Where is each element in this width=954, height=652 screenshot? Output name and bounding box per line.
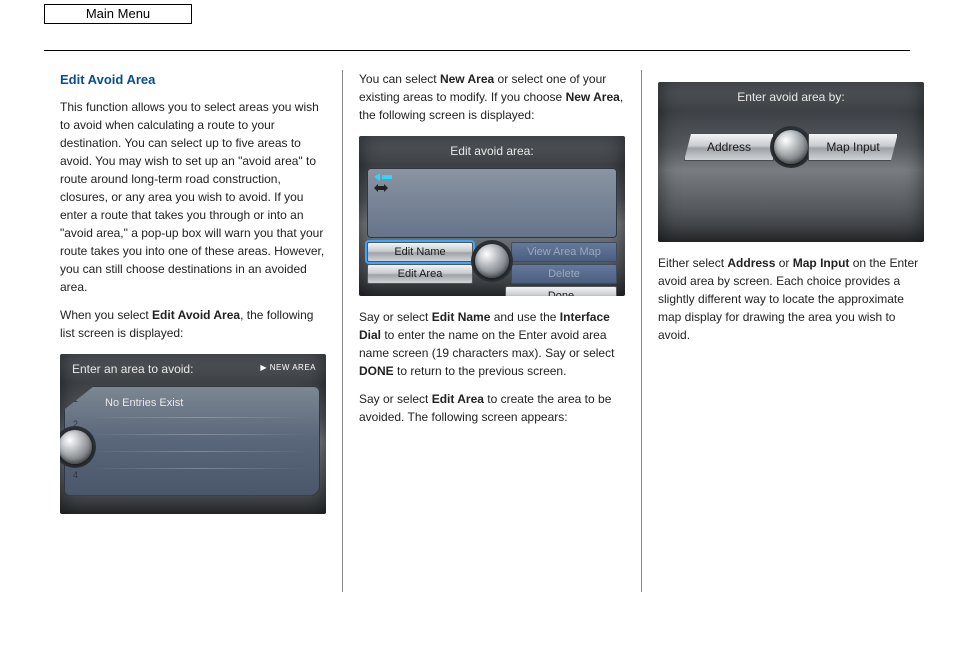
- content-columns: Edit Avoid Area This function allows you…: [44, 70, 910, 592]
- screenshot-enter-avoid-area-by: Enter avoid area by: Address Map Input: [658, 82, 924, 242]
- screenshot-edit-avoid-area: Edit avoid area: Edit Name Edit Area Vie…: [359, 136, 625, 296]
- col1-para1: This function allows you to select areas…: [60, 98, 326, 296]
- address-button[interactable]: Address: [684, 133, 774, 161]
- delete-button[interactable]: Delete: [511, 264, 617, 284]
- divider: [44, 50, 910, 51]
- col3-para1: Either select Address or Map Input on th…: [658, 254, 924, 344]
- edit-area-button[interactable]: Edit Area: [367, 264, 473, 284]
- view-area-map-button[interactable]: View Area Map: [511, 242, 617, 262]
- col2-para1: You can select New Area or select one of…: [359, 70, 625, 124]
- column-2: You can select New Area or select one of…: [342, 70, 641, 592]
- nav2-panel-icons: [374, 173, 610, 192]
- col1-para2: When you select Edit Avoid Area, the fol…: [60, 306, 326, 342]
- nav2-knob: [475, 244, 509, 278]
- nav3-body: Address Map Input: [658, 110, 924, 190]
- nav1-list-panel: 1 2 3 4 5 No Entries Exist: [64, 386, 320, 496]
- main-menu-button[interactable]: Main Menu: [44, 4, 192, 24]
- column-3: Enter avoid area by: Address Map Input E…: [641, 70, 940, 592]
- nav2-title: Edit avoid area:: [359, 136, 625, 164]
- nav3-knob: [774, 130, 808, 164]
- nav1-new-area-hint: ▶ NEW AREA: [260, 362, 316, 374]
- screenshot-enter-area-to-avoid: Enter an area to avoid: ▶ NEW AREA 1 2 3…: [60, 354, 326, 514]
- col2-para3: Say or select Edit Area to create the ar…: [359, 390, 625, 426]
- nav2-preview-panel: [367, 168, 617, 238]
- col2-para2: Say or select Edit Name and use the Inte…: [359, 308, 625, 380]
- done-button[interactable]: Done: [505, 286, 617, 296]
- nav3-title: Enter avoid area by:: [658, 82, 924, 110]
- nav1-knob: [60, 430, 92, 464]
- nav1-entry: No Entries Exist: [65, 387, 319, 418]
- column-1: Edit Avoid Area This function allows you…: [44, 70, 342, 592]
- col1-heading: Edit Avoid Area: [60, 70, 326, 90]
- edit-name-button[interactable]: Edit Name: [367, 242, 473, 262]
- nav2-button-grid: Edit Name Edit Area View Area Map Delete: [367, 242, 617, 284]
- map-input-button[interactable]: Map Input: [808, 133, 898, 161]
- nav2-knob-cell: [473, 242, 511, 284]
